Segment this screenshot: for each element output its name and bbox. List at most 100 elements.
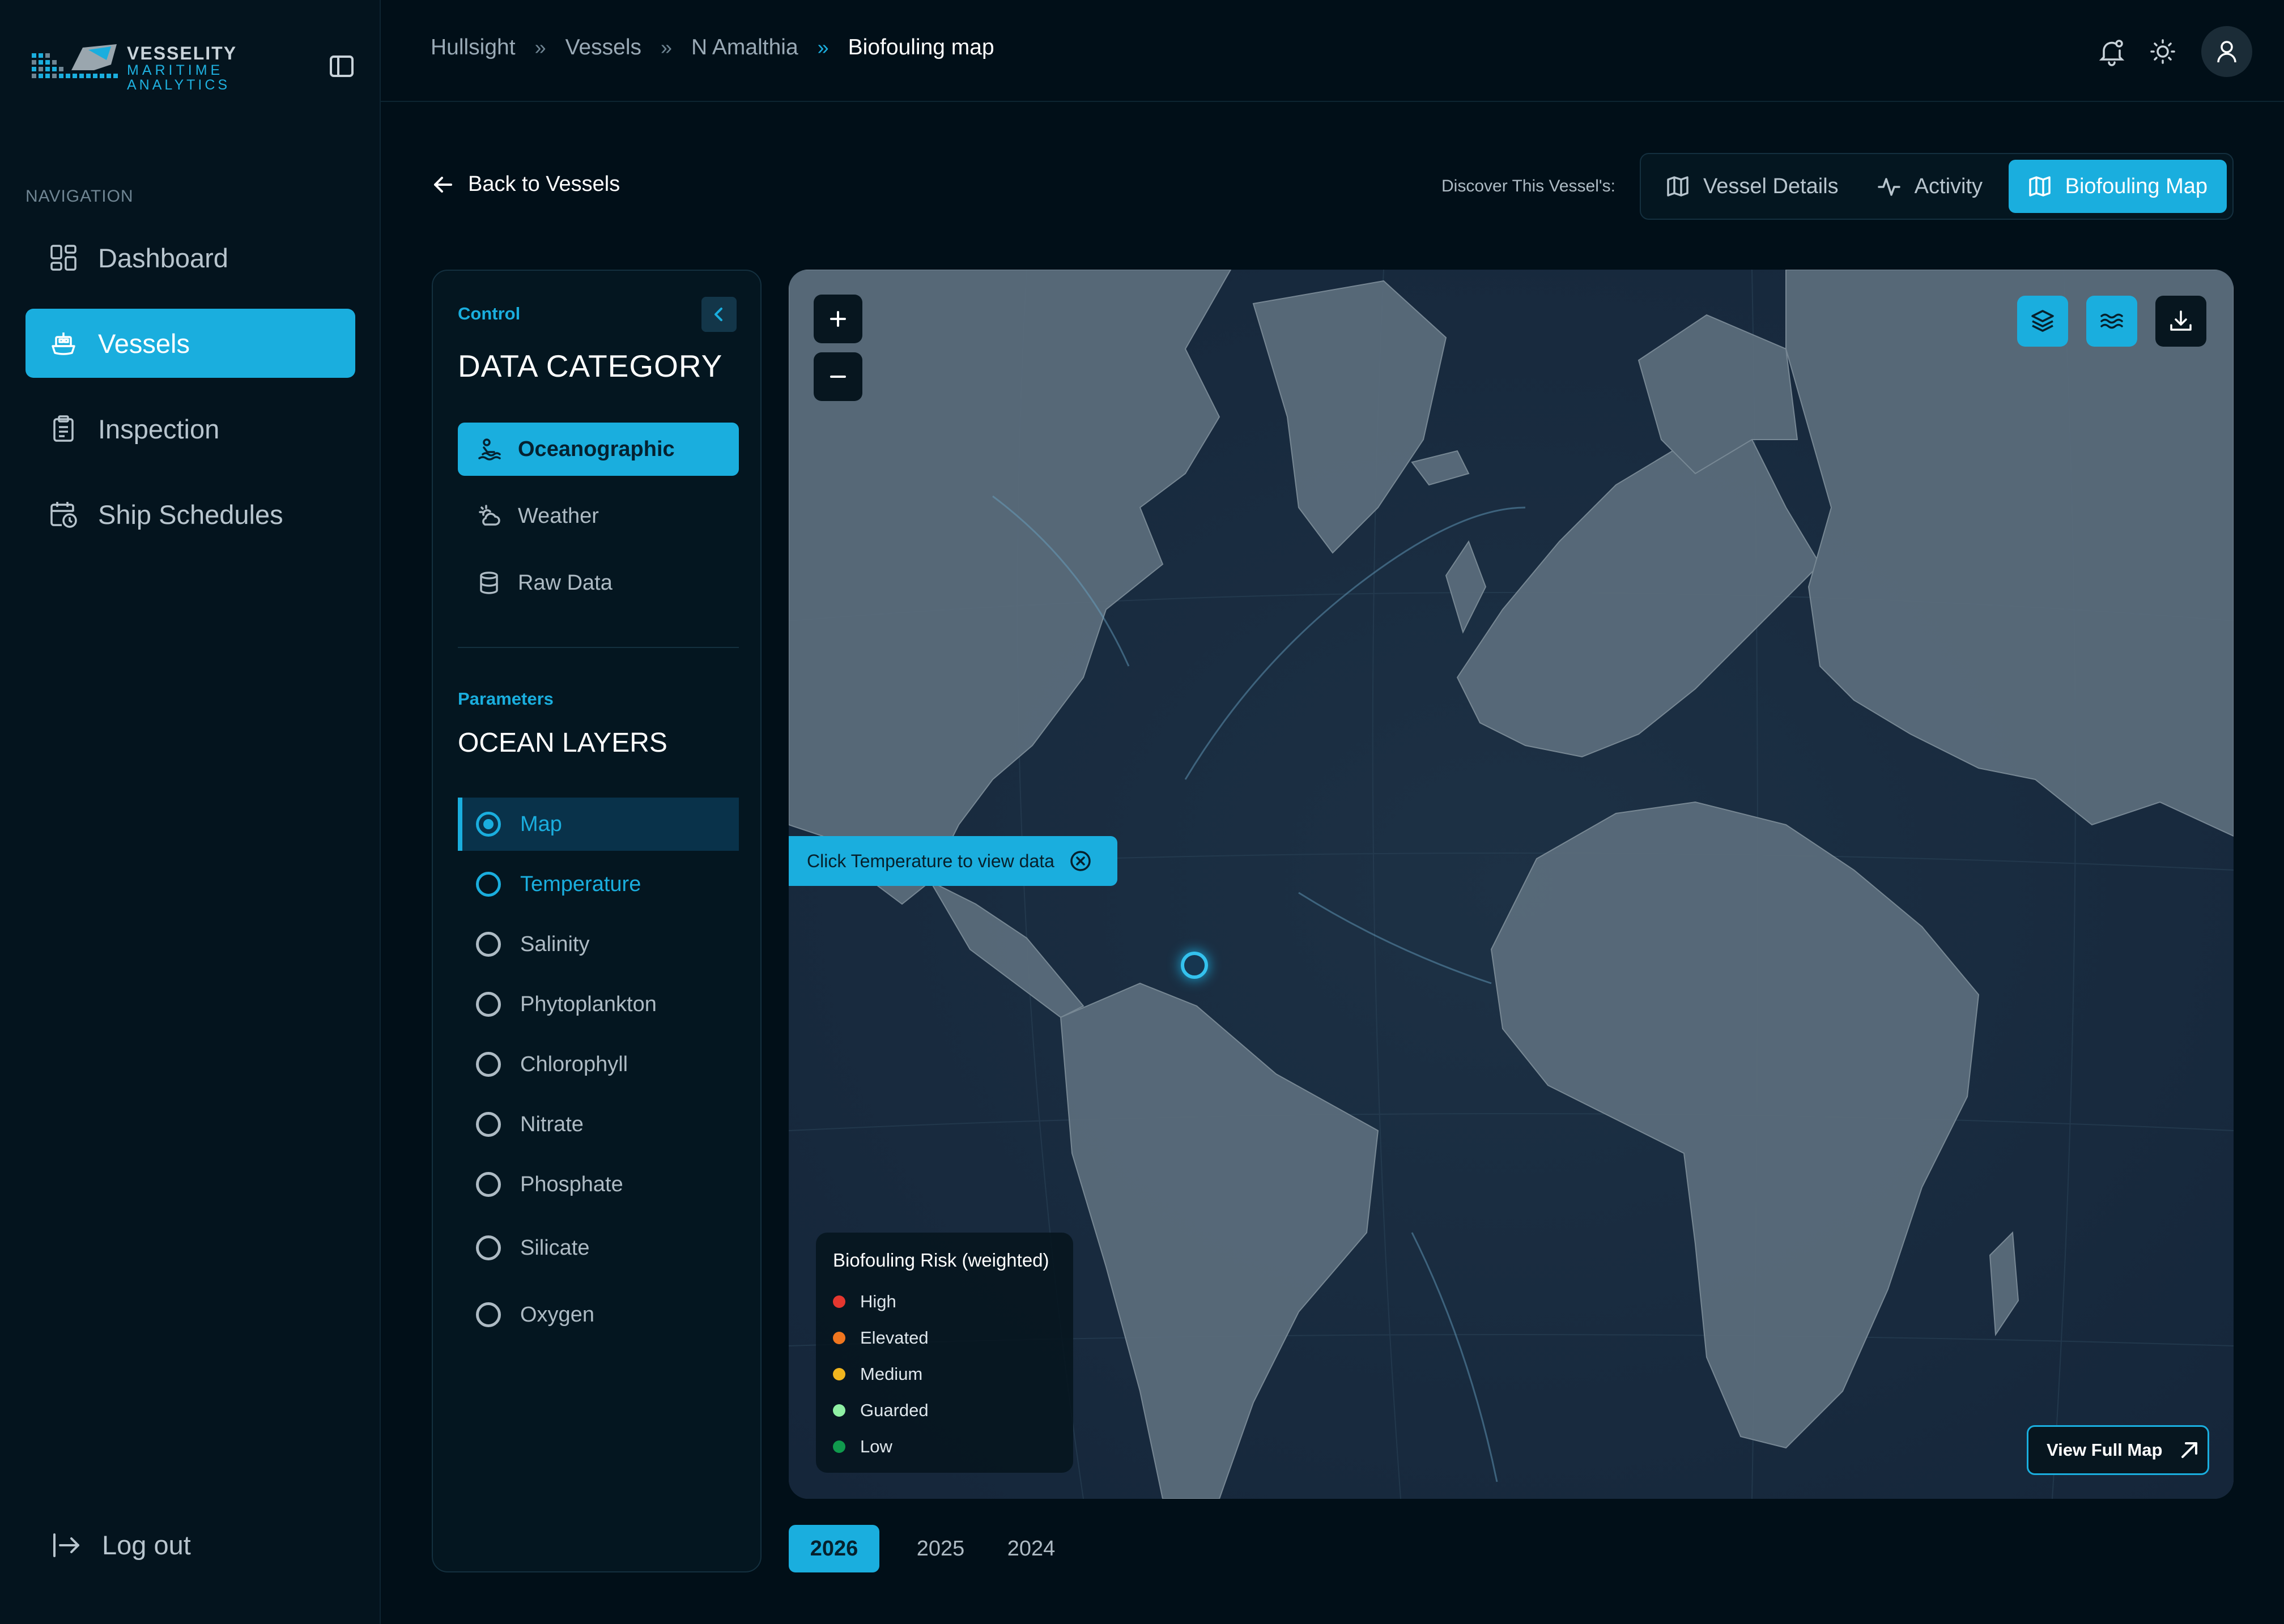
category-label: Raw Data [518,570,613,595]
legend-label: Low [860,1437,892,1456]
legend-item: Elevated [833,1320,1073,1356]
radio-icon [476,1235,501,1260]
category-weather[interactable]: Weather [458,489,739,543]
breadcrumb-item[interactable]: N Amalthia [691,35,798,60]
legend-item: High [833,1284,1073,1320]
radio-icon [476,932,501,957]
sidebar-item-label: Dashboard [98,242,228,273]
download-button[interactable] [2155,296,2206,347]
notifications-button[interactable] [2096,36,2128,67]
layer-label: Nitrate [520,1112,584,1136]
zoom-in-button[interactable] [814,295,862,343]
collapse-panel-button[interactable] [701,297,737,332]
sidebar-item-ship-schedules[interactable]: Ship Schedules [25,480,355,549]
sidebar-item-dashboard[interactable]: Dashboard [25,223,355,292]
sidebar-toggle-button[interactable] [329,54,355,78]
view-full-map-button[interactable]: View Full Map [2027,1425,2209,1475]
layer-option-phosphate[interactable]: Phosphate [458,1158,739,1211]
radio-icon [476,1302,501,1327]
layer-option-silicate[interactable]: Silicate [458,1221,739,1275]
legend-dot-elevated [833,1332,845,1344]
brand-logo[interactable]: VESSELITY MARITIME ANALYTICS [32,42,236,92]
year-option-2026[interactable]: 2026 [789,1525,879,1572]
sidebar-item-vessels[interactable]: Vessels [25,309,355,378]
dashboard-icon [50,245,76,271]
radio-icon [476,992,501,1017]
legend-dot-guarded [833,1404,845,1417]
chevrons-right-icon: » [534,36,546,59]
view-full-label: View Full Map [2047,1440,2163,1460]
legend-label: High [860,1291,896,1311]
map-icon [2028,176,2051,197]
legend-label: Guarded [860,1400,929,1420]
theme-toggle-button[interactable] [2147,36,2179,67]
legend-label: Medium [860,1364,923,1384]
breadcrumb-current: Biofouling map [848,35,994,59]
layer-option-chlorophyll[interactable]: Chlorophyll [458,1038,739,1091]
close-circle-icon[interactable] [1069,850,1092,872]
layer-option-salinity[interactable]: Salinity [458,918,739,971]
logout-label: Log out [102,1530,191,1560]
minus-icon [830,376,846,378]
logo-mark-icon [32,44,118,78]
layer-label: Chlorophyll [520,1052,628,1076]
sidebar-item-label: Ship Schedules [98,499,283,530]
header-actions [2077,26,2252,77]
user-icon [2217,41,2236,63]
cloud-sun-icon [479,505,500,526]
year-option-2024[interactable]: 2024 [986,1525,1077,1572]
logout-button[interactable]: Log out [51,1529,191,1561]
tab-label: Activity [1914,174,1983,198]
layer-option-map[interactable]: Map [458,798,739,851]
tab-vessel-details[interactable]: Vessel Details [1647,160,1858,213]
sidebar-item-inspection[interactable]: Inspection [25,394,355,463]
vessel-view-tabs: Vessel Details Activity Biofouling Map [1640,153,2234,220]
layers-button[interactable] [2017,296,2068,347]
radio-icon [476,872,501,897]
tab-activity[interactable]: Activity [1858,160,2002,213]
top-bar: Hullsight » Vessels » N Amalthia » Biofo… [381,0,2284,102]
breadcrumb-item[interactable]: Vessels [565,35,641,60]
control-eyebrow: Control [458,304,521,323]
layer-label: Phytoplankton [520,992,657,1016]
year-option-2025[interactable]: 2025 [895,1525,986,1572]
tab-biofouling-map[interactable]: Biofouling Map [2008,160,2227,213]
chevron-left-icon [714,308,722,321]
arrow-up-right-icon [2181,1442,2198,1458]
layer-option-nitrate[interactable]: Nitrate [458,1098,739,1151]
waves-button[interactable] [2086,296,2137,347]
breadcrumb-item[interactable]: Hullsight [431,35,516,60]
sidebar-item-label: Inspection [98,414,220,444]
biofouling-map[interactable]: Click Temperature to view data Biofoulin… [789,270,2234,1499]
category-label: Oceanographic [518,437,675,461]
user-avatar-button[interactable] [2201,26,2252,77]
ocean-layers-title: OCEAN LAYERS [458,728,667,758]
plus-icon [830,311,846,327]
discover-label: Discover This Vessel's: [1441,177,1615,195]
sidebar-item-label: Vessels [98,328,190,359]
layer-option-oxygen[interactable]: Oxygen [458,1288,739,1341]
legend-item: Medium [833,1356,1073,1392]
database-icon [480,572,498,594]
vessel-position-marker[interactable] [1181,952,1208,979]
layer-label: Oxygen [520,1302,594,1327]
radio-icon [476,1052,501,1077]
parameters-eyebrow: Parameters [458,689,554,709]
back-to-vessels-link[interactable]: Back to Vessels [432,172,620,197]
layer-option-temperature[interactable]: Temperature [458,858,739,911]
category-label: Weather [518,504,599,528]
back-link-label: Back to Vessels [468,172,620,196]
ship-icon [52,333,75,355]
download-icon [2170,310,2192,331]
zoom-out-button[interactable] [814,352,862,401]
category-raw-data[interactable]: Raw Data [458,556,739,609]
logout-icon [53,1533,79,1557]
layer-option-phytoplankton[interactable]: Phytoplankton [458,978,739,1031]
calendar-clock-icon [50,502,77,528]
radio-icon [476,1172,501,1197]
layers-icon [2031,310,2054,332]
category-oceanographic[interactable]: Oceanographic [458,423,739,476]
activity-icon [1877,178,1900,196]
map-icon [1667,176,1688,197]
legend-label: Elevated [860,1328,929,1348]
